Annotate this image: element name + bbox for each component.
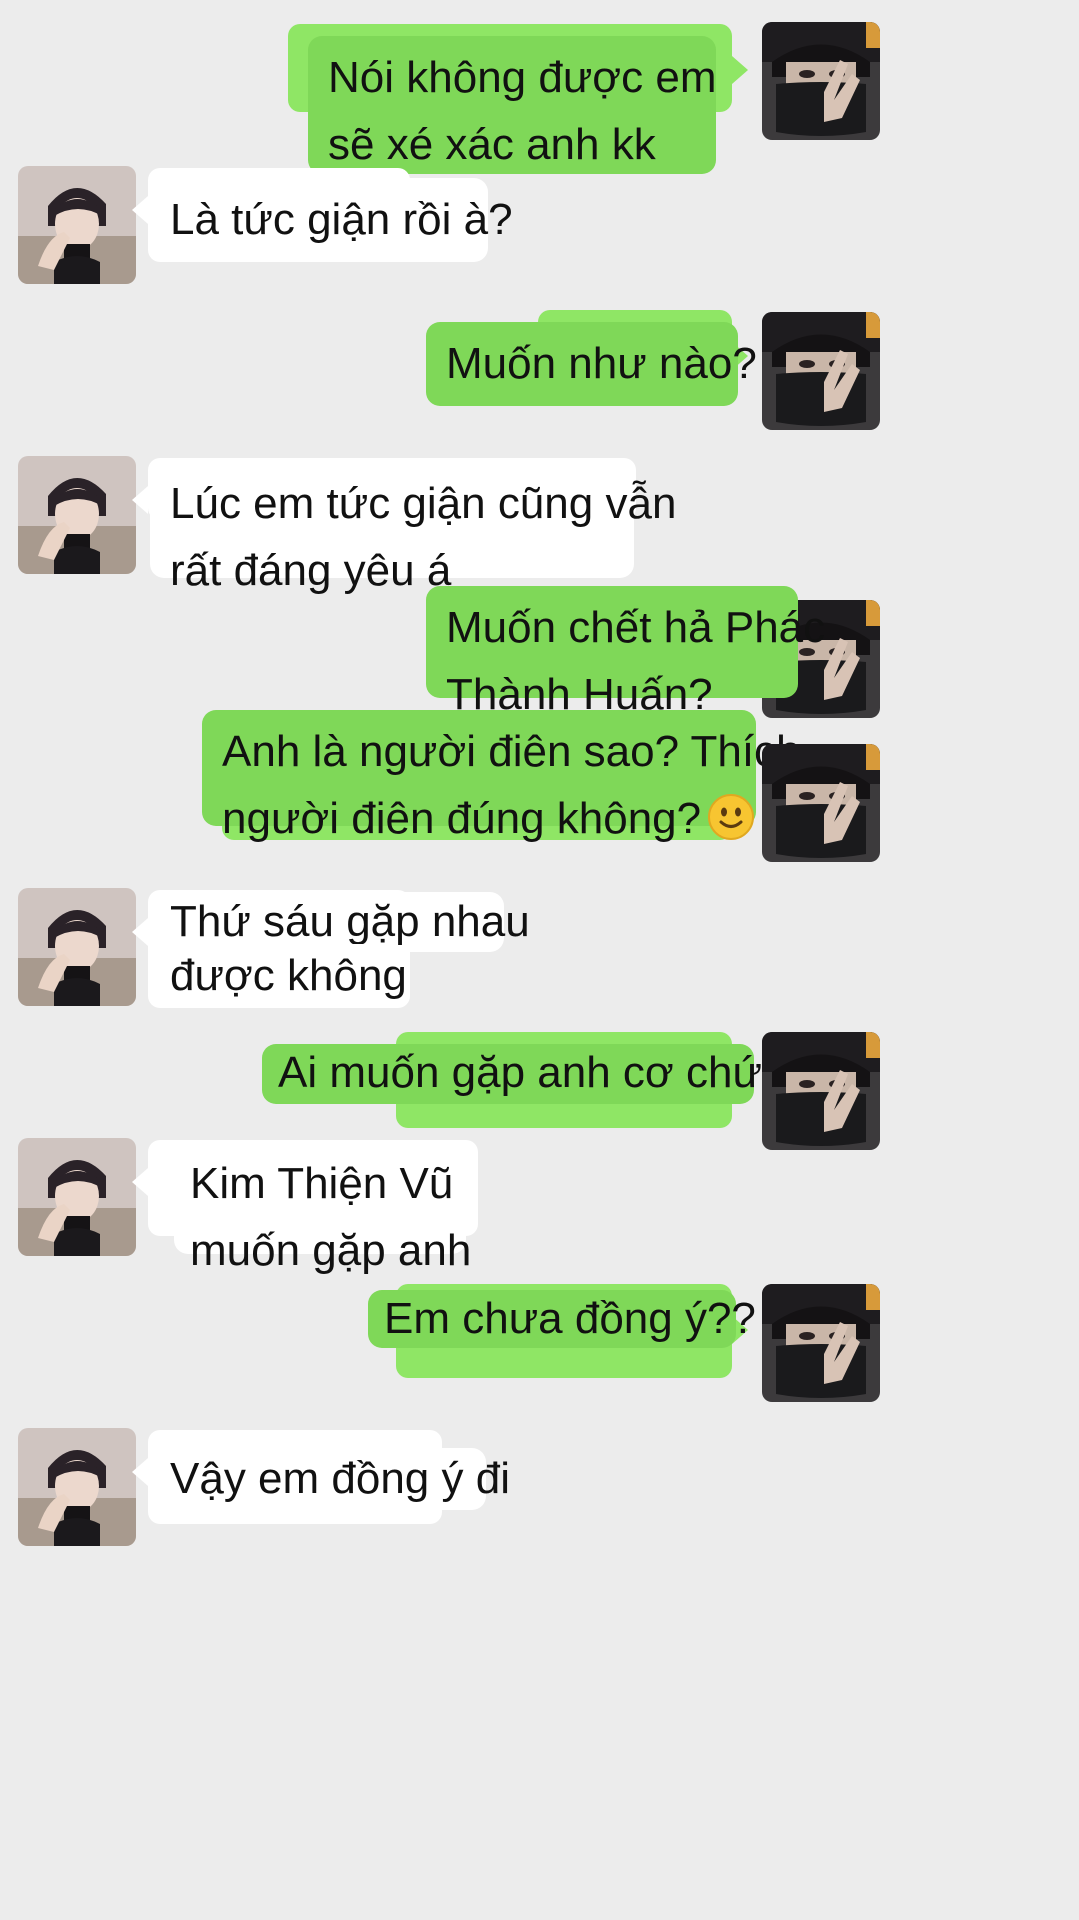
message-line: Ai muốn gặp anh cơ chứ? [278,1048,787,1097]
sent-message[interactable]: Muốn như nào? [426,322,757,406]
message-line-text: người điên đúng không? [222,794,702,843]
received-message[interactable]: Thứ sáu gặp nhau [150,892,530,952]
user-avatar[interactable] [762,312,880,430]
user-avatar[interactable] [762,22,880,140]
message-line: Muốn chết hả Phác [446,603,826,652]
slightly-smiling-face-icon [708,794,755,840]
message-line: người điên đúng không? [222,785,755,852]
message-line: Lúc em tức giận cũng vẫn [170,479,677,528]
user-avatar[interactable] [762,1032,880,1150]
message-line: Là tức giận rồi à? [170,195,513,244]
message-line: Nói không được em [328,53,717,102]
sent-message[interactable]: Ai muốn gặp anh cơ chứ? [262,1044,787,1104]
message-line: Anh là người điên sao? Thích [222,727,801,776]
user-avatar[interactable] [762,1284,880,1402]
message-line: muốn gặp anh [190,1226,472,1275]
sent-message[interactable]: Anh là người điên sao? Thích người điên … [202,710,801,843]
chat-area[interactable]: Nói không được em sẽ xé xác anh kk Là tứ… [0,0,1079,1920]
bubble-tail [732,56,748,84]
sent-message[interactable]: Nói không được em sẽ xé xác anh kk [308,36,716,174]
bubble-tail [132,196,148,224]
contact-avatar[interactable] [18,888,136,1006]
bubble-tail [132,1168,148,1196]
message-line: Kim Thiện Vũ [190,1159,454,1208]
bubble-tail [132,918,148,946]
received-message[interactable]: Là tức giận rồi à? [150,178,513,262]
message-line: Muốn như nào? [446,339,757,388]
sent-message[interactable]: Muốn chết hả Phác Thành Huấn? [426,586,826,719]
message-line: Thứ sáu gặp nhau [170,897,530,946]
received-message[interactable]: Kim Thiện Vũ muốn gặp anh [174,1142,471,1275]
message-line: Em chưa đồng ý?? [384,1294,756,1343]
sent-message[interactable]: Em chưa đồng ý?? [368,1290,756,1348]
user-avatar[interactable] [762,744,880,862]
contact-avatar[interactable] [18,1428,136,1546]
contact-avatar[interactable] [18,456,136,574]
message-line: Vậy em đồng ý đi [170,1454,510,1503]
received-message[interactable]: Lúc em tức giận cũng vẫn rất đáng yêu á [150,462,677,595]
received-message[interactable]: Vậy em đồng ý đi [150,1448,510,1510]
contact-avatar[interactable] [18,166,136,284]
received-message-continued[interactable]: được không [150,944,407,1008]
bubble-tail [132,1458,148,1486]
message-line: được không [170,951,407,1000]
contact-avatar[interactable] [18,1138,136,1256]
bubble-tail [132,486,148,514]
